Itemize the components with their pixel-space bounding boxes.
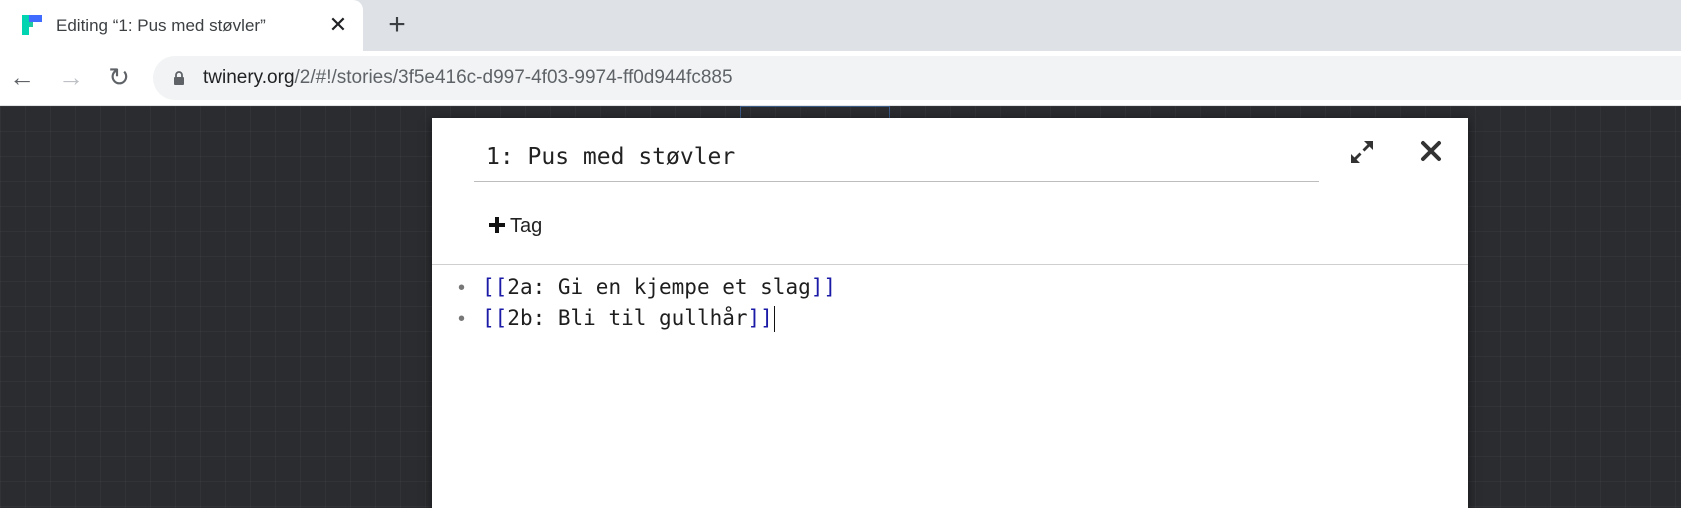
tab-close-icon[interactable]: ✕ xyxy=(326,12,350,38)
passage-edit-dialog: 1: Pus med støvler Tag • [[2a: Gi en kjem… xyxy=(432,118,1468,508)
address-bar[interactable]: twinery.org/2/#!/stories/3f5e416c-d997-4… xyxy=(153,56,1681,100)
text-cursor xyxy=(773,306,775,332)
list-bullet: • xyxy=(458,308,466,330)
passage-card-outline[interactable] xyxy=(740,106,890,118)
browser-tab[interactable]: Editing “1: Pus med støvler” ✕ xyxy=(0,0,363,51)
link-open-bracket: [[ xyxy=(482,275,508,299)
passage-text-editor[interactable]: • [[2a: Gi en kjempe et slag]] • [[2b: Bli… xyxy=(432,270,1468,508)
link-close-bracket: ]] xyxy=(810,275,837,299)
close-icon[interactable] xyxy=(1416,136,1446,166)
list-bullet: • xyxy=(458,277,466,299)
passage-name[interactable]: 1: Pus med støvler xyxy=(486,132,735,182)
back-button[interactable]: ← xyxy=(6,61,38,93)
plus-icon xyxy=(489,217,505,233)
url-host: twinery.org xyxy=(203,67,295,88)
editor-line[interactable]: • [[2b: Bli til gullhår]] xyxy=(458,303,775,333)
link-open-bracket: [[ xyxy=(482,306,508,330)
browser-toolbar: ← → ↻ twinery.org/2/#!/stories/3f5e416c-… xyxy=(0,51,1681,106)
reload-button[interactable]: ↻ xyxy=(103,61,135,93)
passage-name-field[interactable]: 1: Pus med støvler xyxy=(474,132,1319,182)
add-tag-button[interactable]: Tag xyxy=(488,211,542,241)
lock-icon xyxy=(174,71,184,85)
link-text: 2b: Bli til gullhår xyxy=(507,306,748,330)
link-close-bracket: ]] xyxy=(747,306,773,330)
dialog-divider xyxy=(432,264,1468,265)
add-tag-label: Tag xyxy=(510,215,543,237)
forward-button[interactable]: → xyxy=(55,61,87,93)
new-tab-button[interactable]: + xyxy=(380,8,414,42)
url-text[interactable]: twinery.org/2/#!/stories/3f5e416c-d997-4… xyxy=(203,56,733,100)
tab-title: Editing “1: Pus med støvler” xyxy=(56,16,266,35)
expand-icon[interactable] xyxy=(1347,137,1377,167)
editor-line[interactable]: • [[2a: Gi en kjempe et slag]] xyxy=(458,272,836,302)
url-path: /2/#!/stories/3f5e416c-d997-4f03-9974-ff… xyxy=(294,67,733,88)
twine-favicon-icon xyxy=(22,15,42,35)
link-text: 2a: Gi en kjempe et slag xyxy=(507,275,811,299)
browser-tabstrip: Editing “1: Pus med støvler” ✕ + xyxy=(0,0,1681,51)
